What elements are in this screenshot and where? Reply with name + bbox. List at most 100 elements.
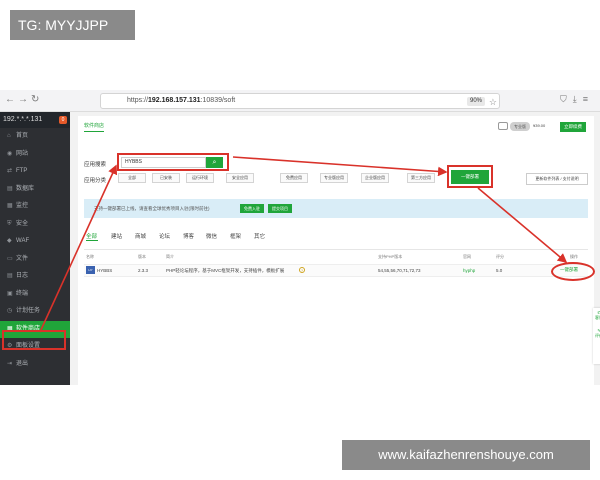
category-runtime[interactable]: 运行环境 (186, 173, 214, 183)
url-rest: :10839/soft (200, 97, 236, 104)
database-icon: ▤ (7, 185, 13, 192)
home-icon: ⌂ (7, 133, 11, 139)
feedback-label: 评价 (595, 333, 600, 338)
col-action: 操作 (570, 254, 578, 259)
globe-icon: ◉ (7, 150, 13, 157)
sidebar-item-security[interactable]: ⛨ 安全 (0, 216, 70, 234)
monitor-icon: ▦ (7, 203, 13, 209)
annotation-deploy-oval (551, 262, 595, 281)
notification-badge[interactable]: 0 (59, 116, 67, 124)
sidebar-item-cron[interactable]: ◷ 计划任务 (0, 303, 70, 321)
browser-extension-icons[interactable]: ⛉⤓≡ (560, 94, 594, 105)
search-label: 应用搜索 (84, 162, 107, 168)
sidebar-item-files[interactable]: ▭ 文件 (0, 251, 70, 269)
category-security[interactable]: 安全应用 (226, 173, 254, 183)
annotation-oneclick-box (447, 165, 493, 188)
col-php: 支持PHP版本 (378, 254, 403, 259)
subtab-site[interactable]: 建站 (111, 232, 122, 240)
divider (84, 249, 588, 250)
url-host: 192.168.157.131 (148, 97, 201, 104)
server-ip: 192.*.*.*.131 (3, 116, 43, 123)
folder-icon: ▭ (7, 255, 13, 262)
server-header[interactable]: 192.*.*.*.131 0 (0, 112, 70, 128)
zoom-level[interactable]: 90% (466, 97, 485, 106)
service-label: 客服 (595, 315, 600, 320)
renew-button[interactable]: 立即续费 (560, 122, 586, 132)
sidebar-item-logout[interactable]: ⇥ 退出 (0, 356, 70, 374)
sidebar-item-logs[interactable]: ▤ 日志 (0, 268, 70, 286)
vip-price: ¥39.00 (533, 123, 546, 128)
sidebar-item-label: 终端 (16, 290, 29, 297)
sidebar-item-monitor[interactable]: ▦ 监控 (0, 198, 70, 216)
sidebar-item-ftp[interactable]: ⇄ FTP (0, 163, 70, 181)
sidebar-item-database[interactable]: ▤ 数据库 (0, 181, 70, 199)
app-name: HYBBS (97, 268, 113, 273)
notice-join-button[interactable]: 免费入驻 (240, 204, 264, 213)
sidebar-item-terminal[interactable]: ▣ 终端 (0, 286, 70, 304)
watermark-bottom: www.kaifazhenrenshouye.com (342, 440, 590, 470)
sidebar-item-waf[interactable]: ◆ WAF (0, 233, 70, 251)
sidebar-item-label: 计划任务 (16, 308, 41, 314)
category-label: 应用分类 (84, 178, 107, 184)
diamond-icon (498, 122, 508, 130)
info-icon[interactable]: ? (299, 267, 305, 273)
clock-icon: ◷ (7, 308, 13, 314)
logout-icon: ⇥ (7, 360, 13, 367)
notice-submit-button[interactable]: 提交项目 (268, 204, 292, 213)
waf-icon: ◆ (7, 238, 12, 244)
sidebar-item-home[interactable]: ⌂ 首页 (0, 128, 70, 146)
sidebar-item-label: 监控 (16, 203, 29, 209)
back-icon[interactable]: ← (5, 94, 15, 105)
annotation-sidebar-box (2, 330, 66, 350)
sidebar-item-label: FTP (16, 168, 28, 174)
forward-icon[interactable]: → (18, 94, 28, 105)
sidebar-item-label: 文件 (16, 255, 29, 262)
tab-software-store[interactable]: 软件商店 (84, 122, 105, 132)
subtab-blog[interactable]: 博客 (183, 232, 194, 240)
app-site-link[interactable]: hyphp (463, 268, 475, 273)
col-version: 版本 (138, 254, 146, 259)
screenshot-root: TG: MYYJJPP ← → ↻ https://192.168.157.13… (0, 0, 600, 480)
notice-banner: 支持一键部署已上线，请查看全球优秀项目入驻(限时前往) (84, 199, 588, 218)
col-site: 官网 (463, 254, 471, 259)
sidebar-item-label: 安全 (16, 220, 29, 227)
col-name: 名称 (86, 254, 94, 259)
sidebar-item-label: 退出 (16, 360, 29, 367)
address-bar[interactable]: https://192.168.157.131:10839/soft 90% ☆ (100, 93, 500, 109)
category-installed[interactable]: 已安装 (152, 173, 180, 183)
category-free[interactable]: 免费应用 (280, 173, 308, 183)
sidebar-item-label: 网站 (16, 150, 29, 157)
log-icon: ▤ (7, 273, 13, 279)
update-list-button[interactable]: 更新软件列表 / 支付说明 (526, 173, 588, 185)
sidebar-item-label: 首页 (16, 133, 29, 139)
subtab-other[interactable]: 其它 (254, 232, 265, 240)
category-third-party[interactable]: 第三方应用 (407, 173, 435, 183)
active-tab-indicator (86, 240, 98, 241)
category-enterprise[interactable]: 企业版应用 (361, 173, 389, 183)
bookmark-star-icon[interactable]: ☆ (489, 95, 497, 109)
terminal-icon: ▣ (7, 290, 13, 297)
hybbs-logo-icon: HY (86, 266, 95, 274)
subtab-mall[interactable]: 商城 (135, 232, 146, 240)
subtab-framework[interactable]: 框架 (230, 232, 241, 240)
col-score: 评分 (496, 254, 504, 259)
app-score: 5.0 (496, 268, 503, 273)
reload-icon[interactable]: ↻ (31, 94, 39, 105)
floating-service-widget[interactable]: ✆ 客服 ✎ 评价 (593, 308, 600, 364)
app-version: 2.3.3 (138, 268, 149, 273)
category-all[interactable]: 全部 (118, 173, 146, 183)
subtab-wechat[interactable]: 微信 (206, 232, 217, 240)
subtab-all[interactable]: 全部 (86, 232, 97, 240)
category-pro[interactable]: 专业版应用 (320, 173, 348, 183)
sidebar-item-label: WAF (16, 238, 30, 244)
sidebar-item-label: 日志 (16, 273, 29, 279)
app-php-versions: 54,55,56,70,71,72,73 (378, 268, 421, 273)
browser-toolbar: ← → ↻ https://192.168.157.131:10839/soft… (0, 90, 600, 112)
col-description: 简介 (166, 254, 174, 259)
ftp-icon: ⇄ (7, 168, 13, 174)
annotation-search-box (117, 153, 229, 171)
table-row (84, 264, 588, 277)
sidebar-item-website[interactable]: ◉ 网站 (0, 146, 70, 164)
subtab-forum[interactable]: 论坛 (159, 232, 170, 240)
url-prefix: https:// (127, 97, 149, 104)
